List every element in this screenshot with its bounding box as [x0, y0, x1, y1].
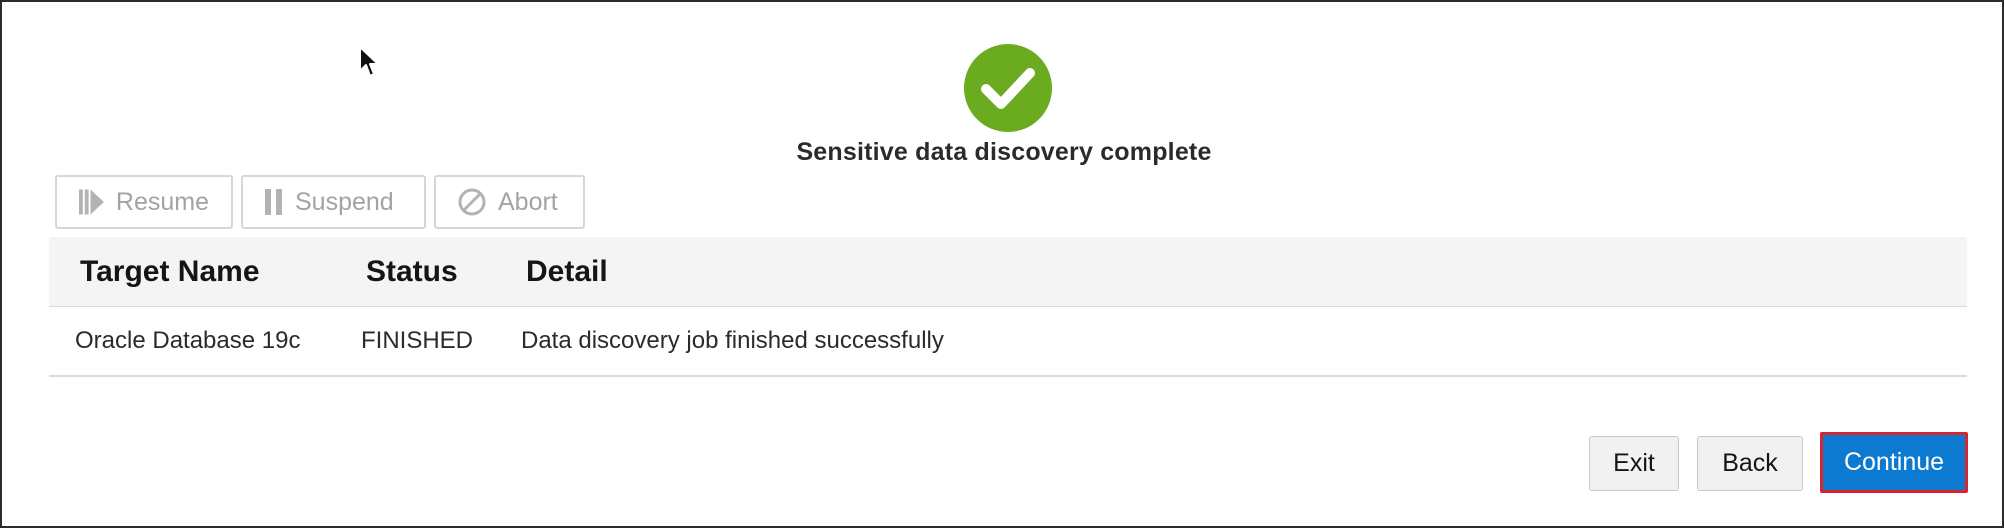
table-row[interactable]: Oracle Database 19c FINISHED Data discov…	[49, 307, 1967, 377]
targets-table: Target Name Status Detail Oracle Databas…	[49, 237, 1967, 377]
cell-detail: Data discovery job finished successfully	[521, 327, 944, 354]
cell-status: FINISHED	[361, 327, 474, 354]
job-toolbar: Resume Suspend Abort	[55, 175, 585, 229]
resume-label: Resume	[115, 187, 209, 216]
column-header-status[interactable]: Status	[366, 237, 458, 306]
table-header: Target Name Status Detail	[49, 237, 1967, 307]
suspend-label: Suspend	[295, 187, 394, 216]
abort-button[interactable]: Abort	[434, 175, 585, 229]
cell-target-name: Oracle Database 19c	[75, 327, 301, 354]
suspend-button[interactable]: Suspend	[241, 175, 426, 229]
check-circle-icon	[964, 44, 1052, 132]
resume-button[interactable]: Resume	[55, 175, 233, 229]
continue-button[interactable]: Continue	[1820, 432, 1968, 493]
pause-icon	[265, 189, 282, 215]
exit-button[interactable]: Exit	[1589, 436, 1679, 491]
back-button[interactable]: Back	[1697, 436, 1803, 491]
resume-icon	[79, 189, 104, 215]
prohibited-icon	[458, 188, 486, 216]
abort-label: Abort	[498, 187, 558, 216]
column-header-target-name[interactable]: Target Name	[80, 237, 260, 306]
page-title: Sensitive data discovery complete	[796, 138, 1212, 166]
column-header-detail[interactable]: Detail	[526, 237, 608, 306]
mouse-pointer-icon	[359, 46, 379, 77]
wizard-window: Sensitive data discovery complete Resume…	[0, 0, 2004, 528]
